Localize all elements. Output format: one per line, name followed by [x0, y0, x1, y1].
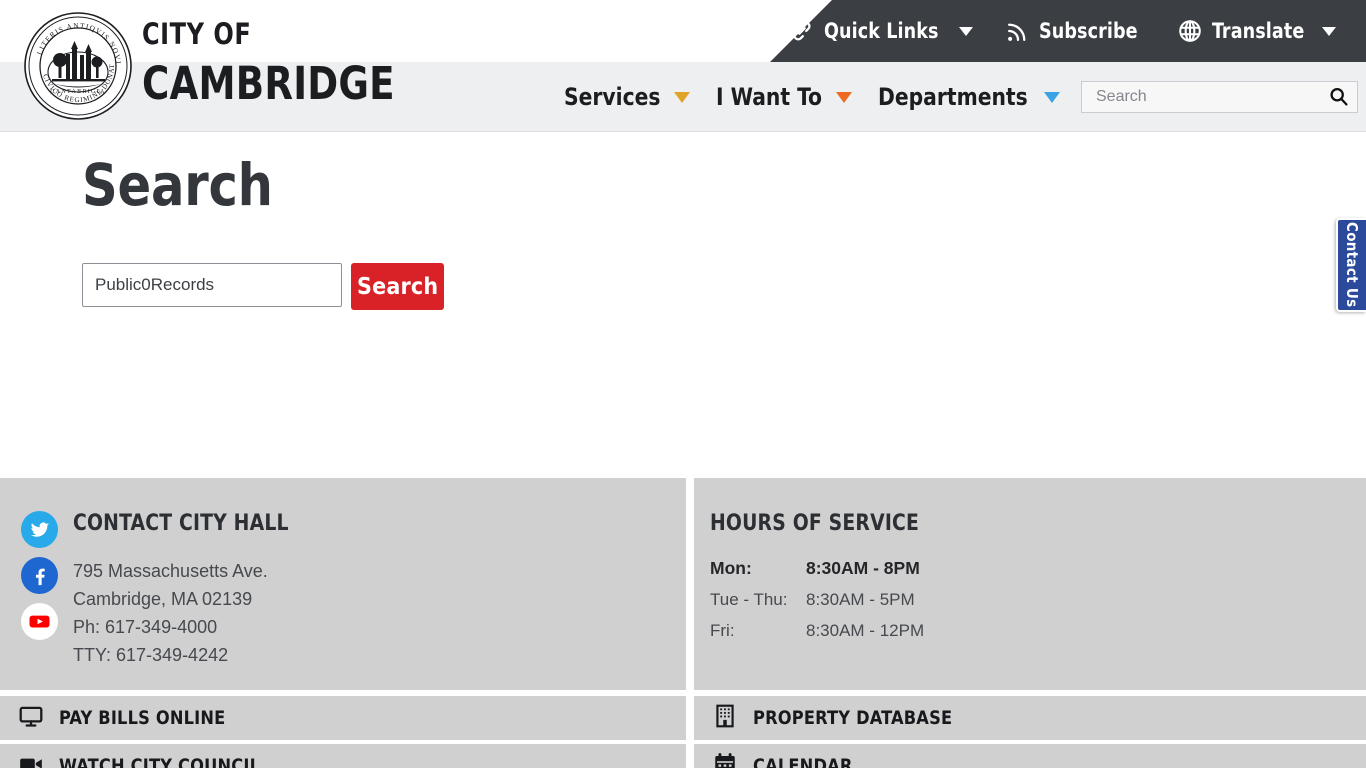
- tile-label: WATCH CITY COUNCIL: [59, 755, 261, 768]
- page-title: Search: [82, 151, 273, 219]
- hours-table: Mon: 8:30AM - 8PM Tue - Thu: 8:30AM - 5P…: [710, 558, 924, 652]
- hours-of-service-body: HOURS OF SERVICE Mon: 8:30AM - 8PM Tue -…: [710, 511, 930, 652]
- link-icon: [789, 18, 815, 44]
- chevron-down-icon: [958, 26, 973, 36]
- hours-time: 8:30AM - 8PM: [806, 558, 920, 578]
- main-content: Search Search We found 0 results for you…: [0, 132, 1366, 588]
- brand-line-cambridge: CAMBRIDGE: [142, 57, 395, 110]
- hours-time: 8:30AM - 12PM: [806, 621, 925, 640]
- rss-icon: [1005, 19, 1030, 44]
- nav-item-departments[interactable]: Departments: [865, 83, 1073, 111]
- calendar-icon: [712, 751, 738, 768]
- nav-item-services[interactable]: Services: [551, 83, 703, 111]
- site-search-form: Search: [82, 263, 444, 310]
- header-search[interactable]: [1081, 81, 1358, 113]
- tile-property-database[interactable]: PROPERTY DATABASE: [694, 696, 1366, 740]
- social-links: [21, 511, 58, 640]
- nav-i-want-to-label: I Want To: [716, 83, 822, 111]
- chevron-down-icon: [835, 91, 852, 103]
- video-camera-icon: [18, 751, 44, 768]
- top-utility-bar-items: Quick Links Subscribe Translate: [773, 0, 1366, 62]
- nav-services-label: Services: [564, 83, 661, 111]
- tile-calendar[interactable]: CALENDAR: [694, 744, 1366, 768]
- contact-us-tab[interactable]: Contact Us: [1336, 218, 1366, 312]
- monitor-icon: [18, 703, 44, 734]
- nav-item-i-want-to[interactable]: I Want To: [703, 83, 865, 111]
- tile-pay-bills-online[interactable]: PAY BILLS ONLINE: [0, 696, 686, 740]
- hours-row: Mon: 8:30AM - 8PM: [710, 558, 924, 590]
- contact-city-hall-panel: CONTACT CITY HALL 795 Massachusetts Ave.…: [0, 478, 686, 690]
- chevron-down-icon: [674, 91, 691, 103]
- quick-links-menu[interactable]: Quick Links: [773, 0, 988, 62]
- header-search-input[interactable]: [1082, 82, 1304, 112]
- hours-of-service-panel: HOURS OF SERVICE Mon: 8:30AM - 8PM Tue -…: [694, 478, 1366, 690]
- translate-label: Translate: [1211, 19, 1305, 43]
- contact-us-tab-label: Contact Us: [1343, 222, 1361, 308]
- chevron-down-icon: [1044, 91, 1060, 103]
- tile-label: PROPERTY DATABASE: [753, 707, 953, 729]
- building-icon: [712, 703, 738, 734]
- hours-row: Tue - Thu: 8:30AM - 5PM: [710, 590, 924, 621]
- hours-time: 8:30AM - 5PM: [806, 590, 915, 609]
- quick-links-label: Quick Links: [824, 19, 939, 43]
- tile-label: PAY BILLS ONLINE: [59, 707, 226, 729]
- globe-icon: [1177, 18, 1203, 44]
- brand-line-city: CITY OF: [142, 17, 252, 51]
- brand-nav-row: LITERIS ANTIQVIS NOVIS INSTITVTIS CIVICO…: [0, 3, 1366, 132]
- hours-of-service-title: HOURS OF SERVICE: [710, 511, 920, 536]
- hours-day: Mon:: [710, 558, 752, 578]
- contact-tty: TTY: 617-349-4242: [73, 645, 229, 665]
- tile-label: CALENDAR: [753, 755, 853, 768]
- hours-day: Fri:: [710, 621, 735, 640]
- contact-city-hall-body: CONTACT CITY HALL 795 Massachusetts Ave.…: [73, 511, 300, 669]
- city-seal-icon[interactable]: LITERIS ANTIQVIS NOVIS INSTITVTIS CIVICO…: [19, 3, 134, 122]
- nav-departments-label: Departments: [877, 83, 1028, 111]
- tile-watch-city-council[interactable]: WATCH CITY COUNCIL: [0, 744, 686, 768]
- search-submit-button[interactable]: Search: [351, 263, 444, 310]
- subscribe-link[interactable]: Subscribe: [989, 0, 1161, 62]
- translate-menu[interactable]: Translate: [1161, 0, 1352, 62]
- subscribe-label: Subscribe: [1038, 19, 1138, 43]
- contact-address-line1: 795 Massachusetts Ave.: [73, 561, 268, 581]
- chevron-down-icon: [1322, 26, 1336, 36]
- header-search-button[interactable]: [1325, 85, 1351, 111]
- search-icon: [1328, 86, 1349, 110]
- contact-address-line2: Cambridge, MA 02139: [73, 589, 253, 609]
- footer: CONTACT CITY HALL 795 Massachusetts Ave.…: [0, 478, 1366, 768]
- contact-city-hall-details: 795 Massachusetts Ave. Cambridge, MA 021…: [73, 557, 300, 669]
- contact-city-hall-title: CONTACT CITY HALL: [73, 511, 289, 536]
- twitter-icon[interactable]: [21, 511, 58, 548]
- svg-text:CANTABRIGIA: CANTABRIGIA: [50, 89, 105, 95]
- facebook-icon[interactable]: [21, 557, 58, 594]
- page-root: Quick Links Subscribe Translate LITERIS …: [0, 0, 1366, 768]
- contact-phone: Ph: 617-349-4000: [73, 617, 218, 637]
- hours-row: Fri: 8:30AM - 12PM: [710, 621, 924, 652]
- brand-wordmark[interactable]: CITY OF CAMBRIDGE: [142, 17, 417, 110]
- hours-day: Tue - Thu:: [710, 590, 788, 609]
- main-navigation: Services I Want To Departments: [551, 62, 1366, 132]
- search-query-input[interactable]: [82, 263, 342, 307]
- youtube-icon[interactable]: [21, 603, 58, 640]
